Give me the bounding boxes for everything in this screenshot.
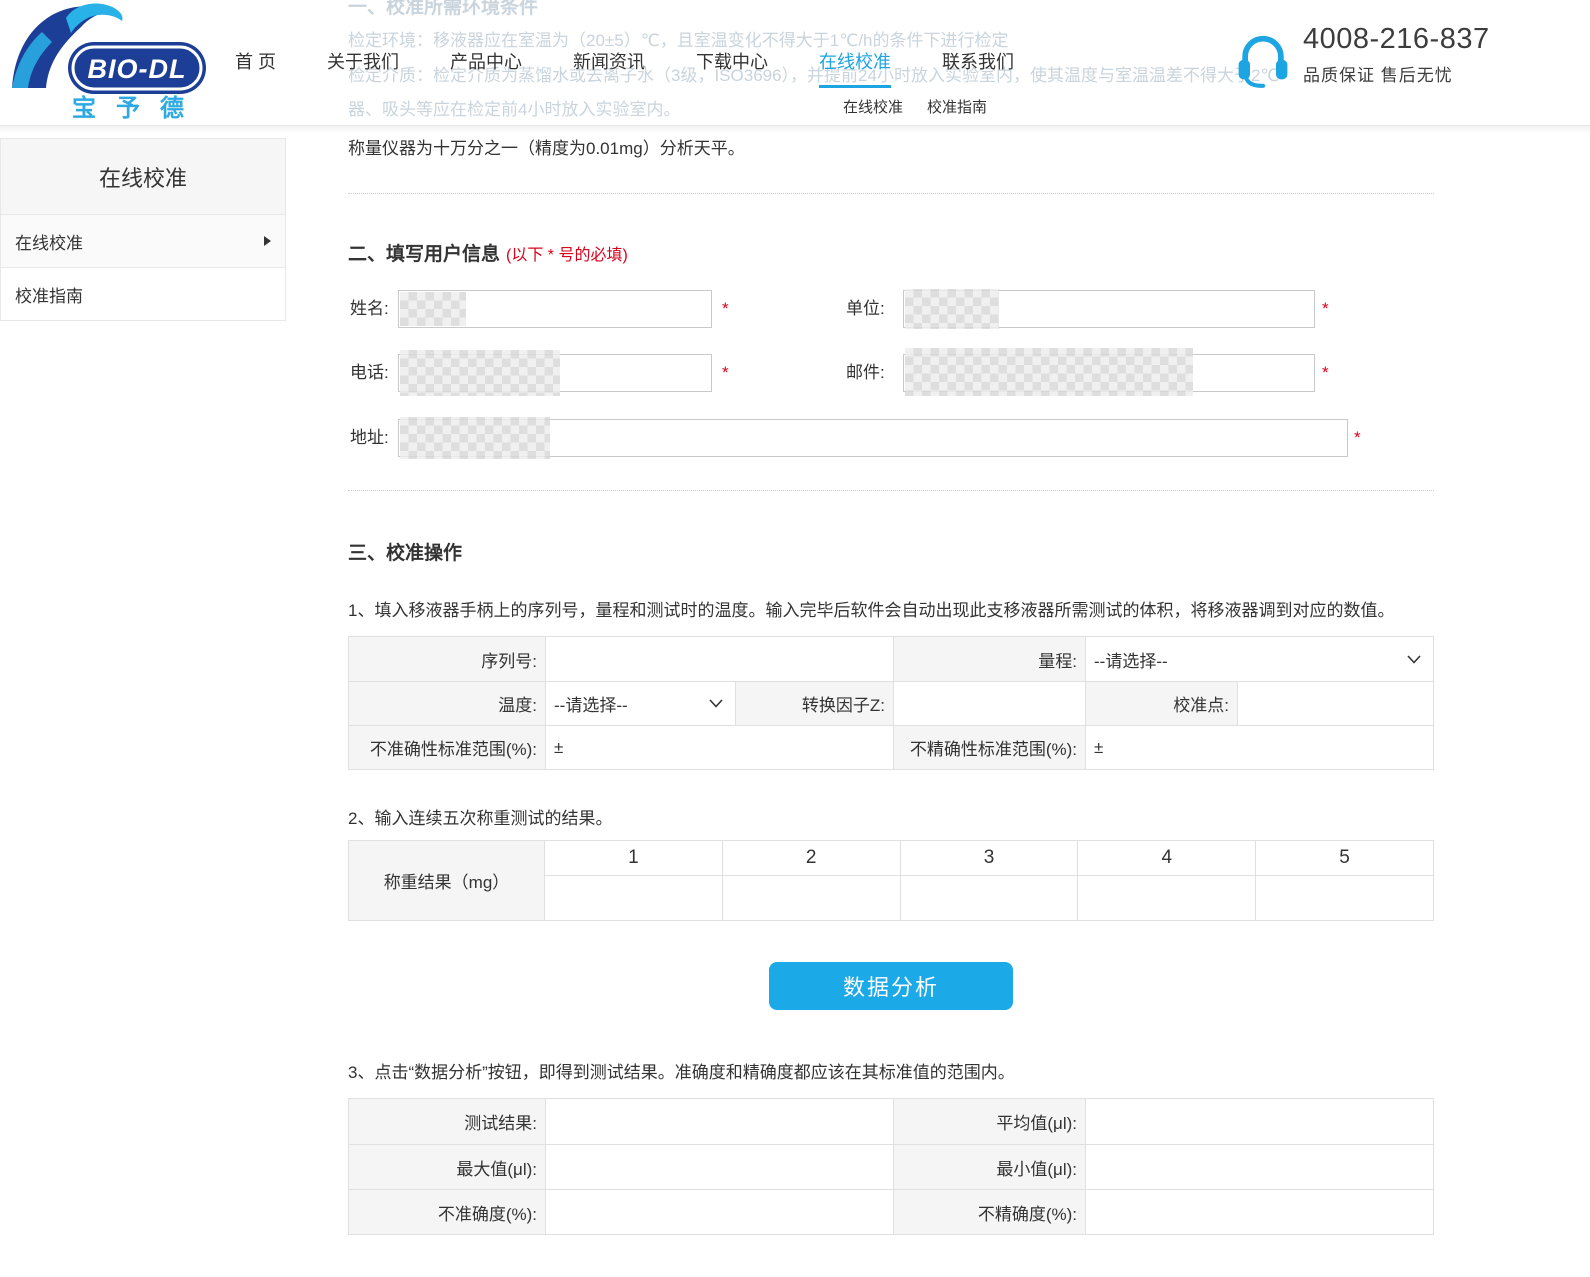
section2-title-text: 二、填写用户信息 <box>348 244 500 265</box>
temperature-select[interactable]: --请选择-- <box>546 682 735 725</box>
min-label: 最小值(μl): <box>894 1145 1085 1189</box>
z-factor-label: 转换因子Z: <box>736 682 893 725</box>
data-analysis-button[interactable]: 数据分析 <box>769 962 1013 1010</box>
temperature-select-value: --请选择-- <box>554 691 628 716</box>
inaccuracy-range-label: 不准确性标准范围(%): <box>349 726 545 769</box>
inaccuracy-label: 不准确度(%): <box>349 1190 545 1234</box>
redacted-org-value <box>905 289 999 329</box>
max-value <box>546 1145 893 1189</box>
weighing-input-2[interactable] <box>723 876 900 920</box>
phone-required-mark: * <box>722 354 729 392</box>
redacted-email-value <box>905 348 1193 396</box>
phone-label: 电话: <box>350 354 389 392</box>
weighing-col-header: 5 <box>1256 841 1433 875</box>
address-label: 地址: <box>350 419 389 457</box>
mean-label: 平均值(μl): <box>894 1099 1085 1144</box>
mean-value <box>1086 1099 1433 1144</box>
temperature-label: 温度: <box>349 682 545 725</box>
email-label: 邮件: <box>846 354 885 392</box>
imprecision-range-label: 不精确性标准范围(%): <box>894 726 1085 769</box>
imprecision-label: 不精确度(%): <box>894 1190 1085 1234</box>
test-result-label: 测试结果: <box>349 1099 545 1144</box>
range-label: 量程: <box>894 637 1085 681</box>
intro-text: 称量仪器为十万分之一（精度为0.01mg）分析天平。 <box>348 134 745 159</box>
sidebar-item-label: 校准指南 <box>15 282 83 307</box>
calibration-params-table: 序列号: 量程: --请选择-- 温度: --请选择-- 转换因子Z: 校准点: <box>348 636 1434 770</box>
main-nav: 首 页 关于我们 产品中心 新闻资讯 下载中心 在线校准 联系我们 <box>235 48 1014 88</box>
headset-icon <box>1237 30 1289 88</box>
serial-input[interactable] <box>546 637 893 681</box>
contact-block: 4008-216-837 品质保证 售后无忧 <box>1237 22 1490 88</box>
weighing-row-label: 称重结果（mg） <box>349 841 545 920</box>
z-factor-input[interactable] <box>894 682 1085 725</box>
org-required-mark: * <box>1322 290 1329 328</box>
sidebar-item-label: 在线校准 <box>15 229 83 254</box>
nav-item-online-calibration[interactable]: 在线校准 <box>819 48 891 88</box>
weighing-results-table: 称重结果（mg） 1 2 3 4 5 <box>348 840 1434 921</box>
section2-required-note: (以下 * 号的必填) <box>506 247 628 264</box>
address-required-mark: * <box>1354 419 1361 457</box>
redacted-phone-value <box>400 350 560 396</box>
divider <box>348 490 1434 491</box>
nav-item-about[interactable]: 关于我们 <box>327 48 399 88</box>
weighing-input-4[interactable] <box>1078 876 1255 920</box>
section2-title: 二、填写用户信息 (以下 * 号的必填) <box>348 239 628 266</box>
nav-item-downloads[interactable]: 下载中心 <box>696 48 768 88</box>
service-phone: 4008-216-837 <box>1303 22 1490 56</box>
weighing-col-header: 4 <box>1078 841 1255 875</box>
min-value <box>1086 1145 1433 1189</box>
step1-text: 1、填入移液器手柄上的序列号，量程和测试时的温度。输入完毕后软件会自动出现此支移… <box>348 596 1394 621</box>
sidebar-item-calibration-guide[interactable]: 校准指南 <box>0 268 286 321</box>
sidebar: 在线校准 在线校准 校准指南 <box>0 138 286 321</box>
name-required-mark: * <box>722 290 729 328</box>
subnav-calibration-guide[interactable]: 校准指南 <box>927 96 987 117</box>
divider <box>348 193 1434 194</box>
range-select-value: --请选择-- <box>1094 647 1168 672</box>
chevron-right-icon <box>264 236 271 246</box>
imprecision-range-value[interactable]: ± <box>1086 726 1433 769</box>
name-label: 姓名: <box>350 290 389 328</box>
sidebar-title: 在线校准 <box>0 138 286 215</box>
nav-item-products[interactable]: 产品中心 <box>450 48 522 88</box>
results-table: 测试结果: 平均值(μl): 最大值(μl): 最小值(μl): 不准确度(%)… <box>348 1098 1434 1235</box>
range-select[interactable]: --请选择-- <box>1086 637 1433 681</box>
chevron-down-icon <box>709 699 723 708</box>
sub-nav: 在线校准 校准指南 <box>843 96 987 117</box>
weighing-input-5[interactable] <box>1256 876 1433 920</box>
cal-point-label: 校准点: <box>1086 682 1237 725</box>
redacted-name-value <box>400 292 466 326</box>
imprecision-value <box>1086 1190 1433 1234</box>
service-tagline: 品质保证 售后无忧 <box>1303 61 1490 86</box>
nav-item-contact[interactable]: 联系我们 <box>942 48 1014 88</box>
subnav-online-calibration[interactable]: 在线校准 <box>843 96 903 117</box>
section3-title: 三、校准操作 <box>348 538 462 565</box>
step3-text: 3、点击“数据分析”按钮，即得到测试结果。准确度和精确度都应该在其标准值的范围内… <box>348 1058 1015 1083</box>
weighing-input-3[interactable] <box>901 876 1078 920</box>
nav-item-news[interactable]: 新闻资讯 <box>573 48 645 88</box>
org-label: 单位: <box>846 290 885 328</box>
weighing-input-1[interactable] <box>545 876 722 920</box>
header-shadow <box>0 126 1590 133</box>
page: 一、校准所需环境条件 检定环境：移液器应在室温为（20±5）℃，且室温变化不得大… <box>0 0 1590 1277</box>
max-label: 最大值(μl): <box>349 1145 545 1189</box>
inaccuracy-range-value[interactable]: ± <box>546 726 893 769</box>
weighing-col-header: 1 <box>545 841 722 875</box>
redacted-address-value <box>400 417 550 459</box>
sidebar-item-online-calibration[interactable]: 在线校准 <box>0 215 286 268</box>
test-result-value <box>546 1099 893 1144</box>
weighing-col-header: 2 <box>723 841 900 875</box>
step2-text: 2、输入连续五次称重测试的结果。 <box>348 804 612 829</box>
email-required-mark: * <box>1322 354 1329 392</box>
serial-label: 序列号: <box>349 637 545 681</box>
cal-point-value[interactable] <box>1238 682 1433 725</box>
inaccuracy-value <box>546 1190 893 1234</box>
nav-item-home[interactable]: 首 页 <box>235 48 276 88</box>
chevron-down-icon <box>1407 655 1421 664</box>
weighing-col-header: 3 <box>901 841 1078 875</box>
